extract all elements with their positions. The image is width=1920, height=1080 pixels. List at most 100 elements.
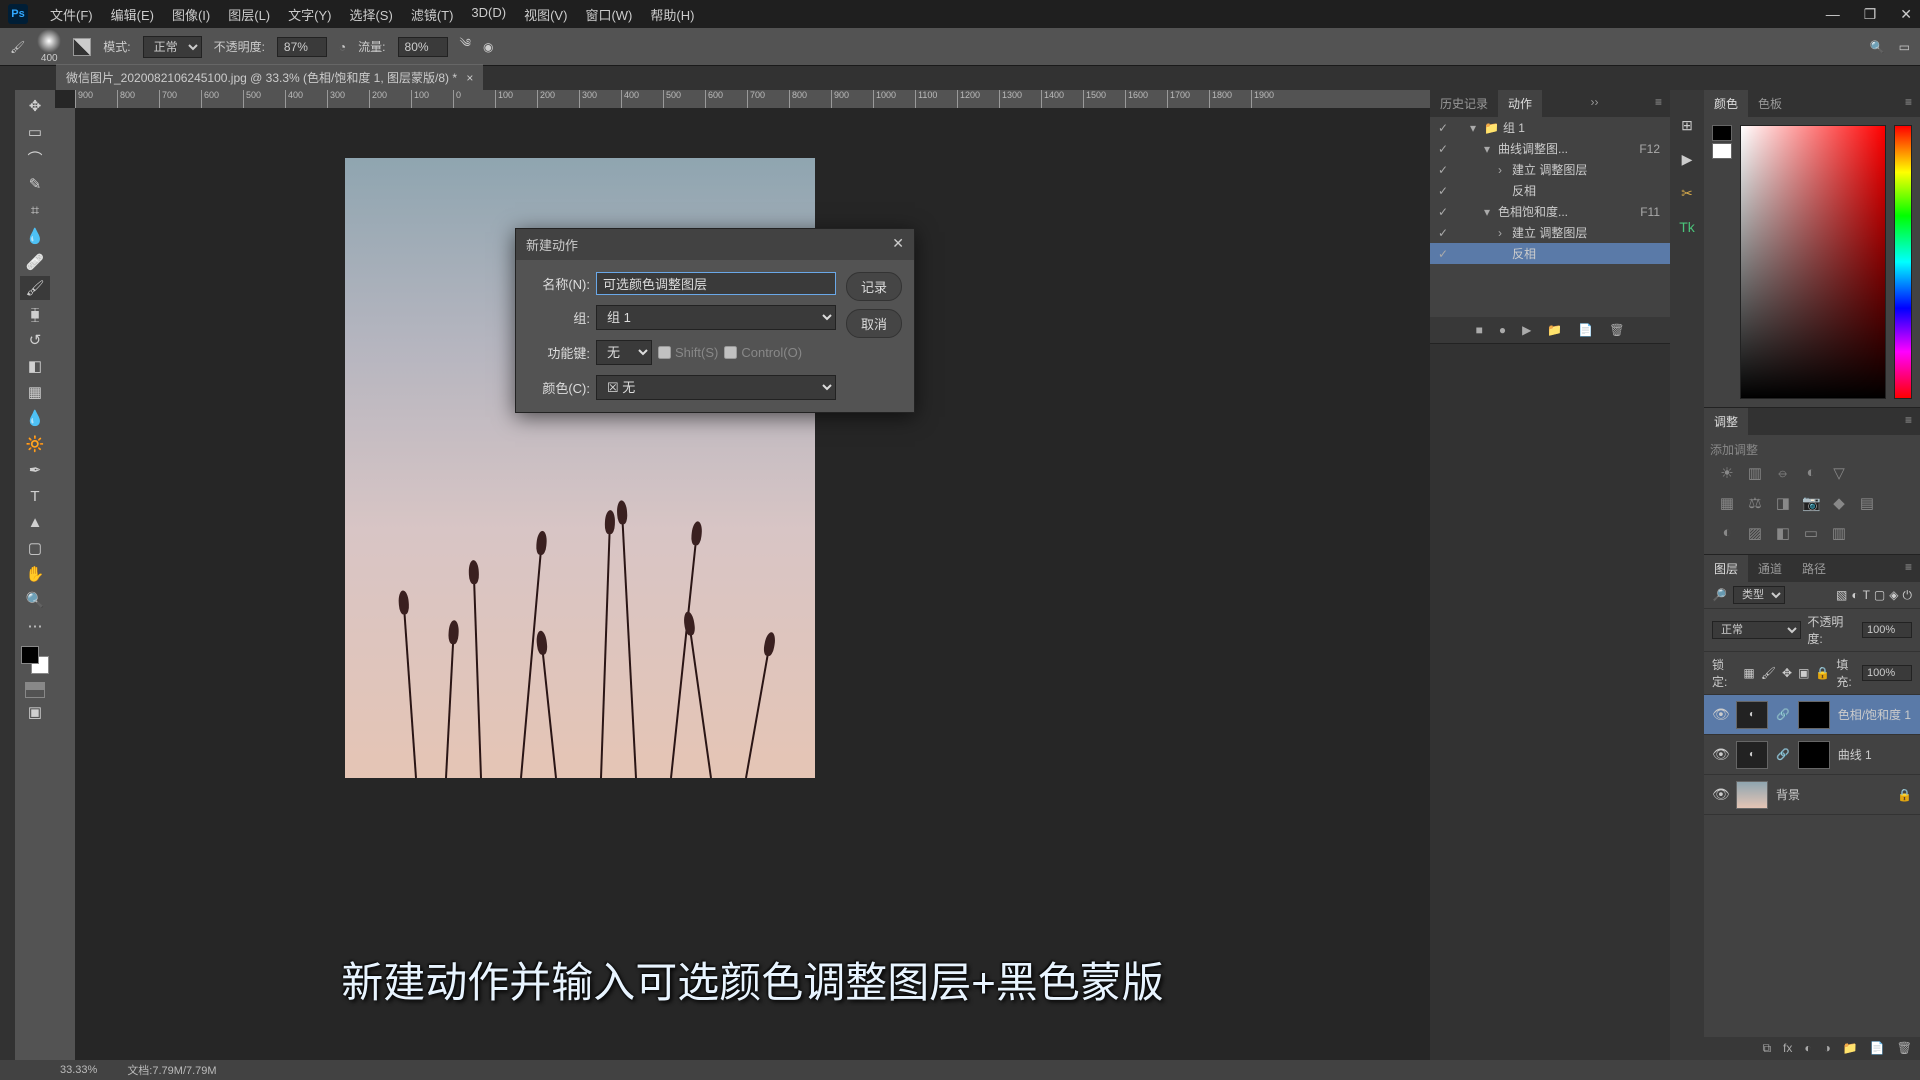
- action-row[interactable]: ✓▾📁组 1: [1430, 117, 1670, 138]
- color-fg-swatch[interactable]: [1712, 125, 1732, 141]
- action-row[interactable]: ✓▾曲线调整图...F12: [1430, 138, 1670, 159]
- new-group-icon[interactable]: 📁: [1843, 1041, 1858, 1056]
- zoom-level[interactable]: 33.33%: [60, 1064, 97, 1076]
- color-field[interactable]: [1740, 125, 1886, 399]
- gradient-tool[interactable]: ▦: [20, 380, 50, 404]
- action-row[interactable]: ✓反相: [1430, 243, 1670, 264]
- action-row[interactable]: ✓›建立 调整图层: [1430, 222, 1670, 243]
- play-extension-icon[interactable]: ▶: [1676, 148, 1698, 170]
- menu-edit[interactable]: 编辑(E): [105, 3, 160, 26]
- tab-layers[interactable]: 图层: [1704, 555, 1748, 582]
- menu-file[interactable]: 文件(F): [44, 3, 99, 26]
- filter-adjust-icon[interactable]: ◐: [1851, 588, 1858, 602]
- layer-item[interactable]: 👁◐🔗色相/饱和度 1: [1704, 695, 1920, 735]
- brush-tool[interactable]: 🖌: [20, 276, 50, 300]
- document-tab[interactable]: 微信图片_2020082106245100.jpg @ 33.3% (色相/饱和…: [56, 64, 483, 90]
- blur-tool[interactable]: 💧: [20, 406, 50, 430]
- filter-smart-icon[interactable]: ◈: [1889, 588, 1898, 602]
- hue-slider[interactable]: [1894, 125, 1912, 399]
- filter-pixel-icon[interactable]: ▧: [1836, 588, 1847, 602]
- cancel-button[interactable]: 取消: [846, 309, 902, 338]
- close-button[interactable]: ✕: [1900, 6, 1912, 23]
- tab-history[interactable]: 历史记录: [1430, 90, 1498, 117]
- filter-toggle[interactable]: ⏻: [1903, 588, 1913, 603]
- adjust-menu-icon[interactable]: ≡: [1897, 408, 1920, 435]
- pen-tool[interactable]: ✒: [20, 458, 50, 482]
- shape-tool[interactable]: ▢: [20, 536, 50, 560]
- menu-help[interactable]: 帮助(H): [644, 3, 700, 26]
- extension-icon-2[interactable]: Tk: [1676, 216, 1698, 238]
- layers-menu-icon[interactable]: ≡: [1897, 555, 1920, 582]
- layer-blend-select[interactable]: 正常: [1712, 621, 1801, 639]
- adj-curves-icon[interactable]: ⦵: [1774, 464, 1792, 482]
- canvas[interactable]: 新建动作 ✕ 名称(N): 组: 组 1 功能键:: [75, 108, 1430, 1060]
- navigator-icon[interactable]: ⊞: [1676, 114, 1698, 136]
- actions-collapse-icon[interactable]: ››: [1583, 90, 1607, 117]
- filter-type-icon[interactable]: T: [1863, 588, 1870, 602]
- adj-brightness-icon[interactable]: ☀: [1718, 464, 1736, 482]
- color-menu-icon[interactable]: ≡: [1897, 90, 1920, 117]
- zoom-tool[interactable]: 🔍: [20, 588, 50, 612]
- flow-input[interactable]: [398, 37, 448, 57]
- brush-preview-icon[interactable]: [37, 29, 61, 53]
- adj-balance-icon[interactable]: ⚖: [1746, 494, 1764, 512]
- move-tool[interactable]: ✥: [20, 94, 50, 118]
- adj-vibrance-icon[interactable]: ▽: [1830, 464, 1848, 482]
- lasso-tool[interactable]: ⌒: [20, 146, 50, 170]
- record-button[interactable]: 记录: [846, 272, 902, 301]
- filter-kind-select[interactable]: 类型: [1733, 586, 1785, 604]
- adj-hue-icon[interactable]: ▦: [1718, 494, 1736, 512]
- blend-mode-select[interactable]: 正常: [143, 36, 202, 58]
- menu-3d[interactable]: 3D(D): [465, 3, 512, 26]
- action-name-input[interactable]: [596, 272, 836, 295]
- layer-fx-icon[interactable]: fx: [1783, 1041, 1792, 1056]
- adj-lookup-icon[interactable]: ▤: [1858, 494, 1876, 512]
- path-select-tool[interactable]: ▲: [20, 510, 50, 534]
- adj-posterize-icon[interactable]: ▨: [1746, 524, 1764, 542]
- collapsed-panel-strip[interactable]: [0, 90, 15, 1060]
- adj-map-icon[interactable]: ▭: [1802, 524, 1820, 542]
- screen-mode-icon[interactable]: ▣: [20, 700, 50, 724]
- airbrush-icon[interactable]: ༄: [460, 30, 471, 64]
- tab-actions[interactable]: 动作: [1498, 90, 1542, 117]
- adj-mixer-icon[interactable]: ◆: [1830, 494, 1848, 512]
- brush-panel-toggle-icon[interactable]: [73, 38, 91, 56]
- adj-threshold-icon[interactable]: ◧: [1774, 524, 1792, 542]
- menu-type[interactable]: 文字(Y): [282, 3, 337, 26]
- menu-layer[interactable]: 图层(L): [222, 3, 276, 26]
- dialog-titlebar[interactable]: 新建动作 ✕: [516, 229, 914, 260]
- tab-adjustments[interactable]: 调整: [1704, 408, 1748, 435]
- lock-all-icon[interactable]: 🔒: [1815, 666, 1830, 680]
- hand-tool[interactable]: ✋: [20, 562, 50, 586]
- tab-swatches[interactable]: 色板: [1748, 90, 1792, 117]
- dodge-tool[interactable]: 🔆: [20, 432, 50, 456]
- new-layer-icon[interactable]: 📄: [1870, 1041, 1885, 1056]
- action-color-select[interactable]: ☒ 无: [596, 375, 836, 400]
- eraser-tool[interactable]: ◧: [20, 354, 50, 378]
- menu-window[interactable]: 窗口(W): [579, 3, 638, 26]
- tool-preset-icon[interactable]: 🖌: [10, 40, 25, 54]
- layer-item[interactable]: 👁背景🔒: [1704, 775, 1920, 815]
- type-tool[interactable]: T: [20, 484, 50, 508]
- lock-pos-icon[interactable]: ✥: [1782, 666, 1792, 680]
- opacity-pressure-icon[interactable]: ◔: [339, 40, 346, 54]
- menu-filter[interactable]: 滤镜(T): [405, 3, 460, 26]
- minimize-button[interactable]: —: [1826, 6, 1840, 23]
- adj-invert-icon[interactable]: ◐: [1718, 524, 1736, 542]
- healing-tool[interactable]: 🩹: [20, 250, 50, 274]
- delete-action-icon[interactable]: 🗑: [1609, 323, 1624, 337]
- tab-color[interactable]: 颜色: [1704, 90, 1748, 117]
- layer-item[interactable]: 👁◐🔗曲线 1: [1704, 735, 1920, 775]
- action-row[interactable]: ✓▾色相饱和度...F11: [1430, 201, 1670, 222]
- layer-fill-input[interactable]: [1862, 665, 1912, 681]
- visibility-icon[interactable]: 👁: [1712, 706, 1728, 723]
- adj-exposure-icon[interactable]: ◐: [1802, 464, 1820, 482]
- filter-shape-icon[interactable]: ▢: [1874, 588, 1885, 602]
- dialog-close-icon[interactable]: ✕: [892, 235, 904, 254]
- history-brush-tool[interactable]: ↺: [20, 328, 50, 352]
- delete-layer-icon[interactable]: 🗑: [1897, 1041, 1912, 1056]
- eyedropper-tool[interactable]: 💧: [20, 224, 50, 248]
- function-key-select[interactable]: 无: [596, 340, 652, 365]
- doc-size-info[interactable]: 文档:7.79M/7.79M: [127, 1062, 216, 1078]
- actions-menu-icon[interactable]: ≡: [1647, 90, 1670, 117]
